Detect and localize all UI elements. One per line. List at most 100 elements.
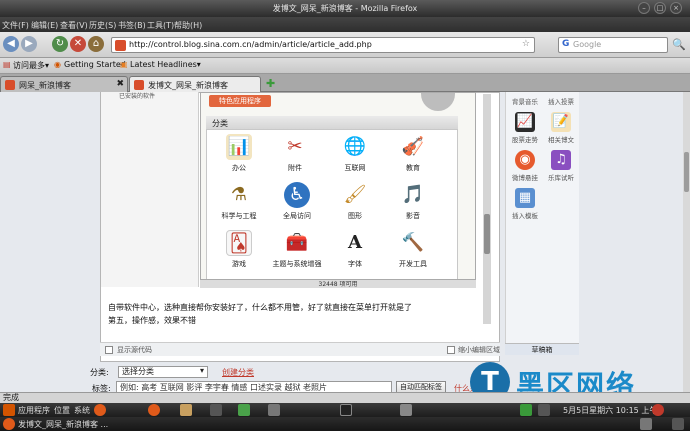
update-icon[interactable] [520,404,532,416]
minimize-button[interactable]: – [638,2,650,14]
url-text[interactable]: http://control.blog.sina.com.cn/admin/ar… [129,40,372,49]
template-tool[interactable]: ▦ 插入模板 [508,188,542,220]
reload-button[interactable]: ↻ [52,36,68,52]
menu-edit[interactable]: 编辑(E) [31,20,58,31]
weibo-tool[interactable]: ◉ 微博悬挂 [508,150,542,182]
category-label: 办公 [232,164,246,172]
category-devtools[interactable]: 🔨 开发工具 [384,230,442,276]
network-icon[interactable] [400,404,412,416]
insert-vote-tool[interactable]: 插入投票 [544,94,578,106]
chevron-down-icon[interactable]: ▾ [200,366,204,375]
taskbar-window-button[interactable]: 发博文_网呆_新浪博客 ... [18,419,108,430]
back-button[interactable]: ◀ [3,36,19,52]
terminal-icon[interactable] [210,404,222,416]
category-office[interactable]: 📊 办公 [210,134,268,180]
forward-button[interactable]: ▶ [21,36,37,52]
menu-history[interactable]: 历史(S) [89,20,116,31]
office-icon: 📊 [226,134,252,160]
terminal-icon[interactable] [340,404,352,416]
menu-file[interactable]: 文件(F) [2,20,29,31]
bookmark-star-icon[interactable]: ☆ [522,39,530,49]
trash-icon[interactable] [672,418,684,430]
tab-close-icon[interactable]: ✖ [116,79,124,89]
installed-software-label[interactable]: 已安装的软件 [119,91,155,100]
fonts-icon: A [348,232,362,253]
science-icon: ⚗ [230,184,248,205]
status-text: 完成 [3,393,19,402]
category-select[interactable]: 选择分类 [118,366,208,378]
category-accessibility[interactable]: ♿ 全局访问 [268,182,326,228]
category-multimedia[interactable]: 🎵 影音 [384,182,442,228]
graphics-icon: 🖌 [343,184,367,205]
tab-new-post[interactable]: 发博文_网呆_新浪博客 [129,76,261,92]
ubuntu-menu-icon[interactable] [3,404,15,416]
category-internet[interactable]: 🌐 互联网 [326,134,384,180]
category-label: 图形 [348,212,362,220]
maximize-button[interactable]: □ [654,2,666,14]
new-tab-icon[interactable]: ✚ [266,77,275,90]
rss-icon: ▣ [120,60,128,69]
bookmark-folder-icon: ▤ [3,60,11,69]
mail-icon[interactable] [538,404,550,416]
firefox-icon[interactable] [148,404,160,416]
tool-label: 相关博文 [548,136,574,144]
stock-tool[interactable]: 📈 股票走势 [508,112,542,144]
system-menu[interactable]: 系统 [74,405,90,416]
tool-label: 乐库试听 [548,174,574,182]
google-icon[interactable]: G [562,39,569,49]
menu-tools[interactable]: 工具(T) [147,20,174,31]
category-themes[interactable]: 🧰 主题与系统增强 [268,230,326,276]
close-window-button[interactable]: × [670,2,682,14]
url-bar[interactable]: http://control.blog.sina.com.cn/admin/ar… [111,37,535,53]
template-icon: ▦ [515,188,535,208]
firefox-launcher-icon[interactable] [94,404,106,416]
mini-editor-checkbox[interactable] [447,346,455,354]
article-paragraph[interactable]: 第五，操作感，效果不错 [108,315,196,326]
gnome-top-panel: 应用程序 位置 系统 5月5日星期六 10:15 上午 [0,403,690,417]
search-placeholder[interactable]: Google [573,40,601,49]
search-box[interactable]: G Google [558,37,668,53]
category-graphics[interactable]: 🖌 图形 [326,182,384,228]
category-fonts[interactable]: A 字体 [326,230,384,276]
clock[interactable]: 5月5日星期六 10:15 上午 [563,405,657,416]
category-games[interactable]: 🂡 游戏 [210,230,268,276]
featured-apps-button[interactable]: 特色应用程序 [209,95,271,107]
search-go-icon[interactable]: 🔍 [672,38,686,51]
stop-button[interactable]: ✕ [70,36,86,52]
home-button[interactable]: ⌂ [88,36,104,52]
page-scrollbar[interactable] [683,92,690,392]
drafts-box[interactable]: 草稿箱 [505,343,579,355]
software-center-icon[interactable] [180,404,192,416]
article-paragraph[interactable]: 自带软件中心，选种直接帮你安装好了，什么都不用管，好了就直接在菜单打开就是了 [108,302,412,313]
places-menu[interactable]: 位置 [54,405,70,416]
window-titlebar: 发博文_网呆_新浪博客 - Mozilla Firefox – □ × [0,0,690,17]
category-science[interactable]: ⚗ 科学与工程 [210,182,268,228]
menu-help[interactable]: 帮助(H) [174,20,202,31]
music-lib-tool[interactable]: ♫ 乐库试听 [544,150,578,182]
bookmark-getting-started[interactable]: Getting Started [64,60,126,69]
bookmark-most-visited[interactable]: 访问最多▾ [13,60,49,71]
bg-music-tool[interactable]: 背景音乐 [508,94,542,106]
create-category-link[interactable]: 创建分类 [222,367,254,378]
category-accessories[interactable]: ✂ 附件 [266,134,324,180]
editor-scroll-thumb[interactable] [484,214,490,254]
editor-scrollbar[interactable] [483,94,491,324]
app-icon[interactable] [238,404,250,416]
power-icon[interactable] [652,404,664,416]
show-source-label[interactable]: 显示源代码 [117,345,152,355]
category-label: 全局访问 [283,212,311,220]
applications-menu[interactable]: 应用程序 [18,405,50,416]
tab-sina-blog[interactable]: 网呆_新浪博客 ✖ [0,76,128,92]
tool-label: 插入投票 [548,98,574,106]
category-label: 游戏 [232,260,246,268]
related-posts-tool[interactable]: 📝 相关博文 [544,112,578,144]
show-source-checkbox[interactable] [105,346,113,354]
page-scroll-thumb[interactable] [684,152,689,192]
workspace-switcher-icon[interactable] [640,418,652,430]
app-icon[interactable] [268,404,280,416]
mini-editor-label[interactable]: 缩小编辑区域 [458,345,500,355]
bookmark-latest-headlines[interactable]: Latest Headlines▾ [130,60,201,69]
category-education[interactable]: 🎻 教育 [384,134,442,180]
menu-bookmarks[interactable]: 书签(B) [118,20,146,31]
menu-view[interactable]: 查看(V) [60,20,88,31]
